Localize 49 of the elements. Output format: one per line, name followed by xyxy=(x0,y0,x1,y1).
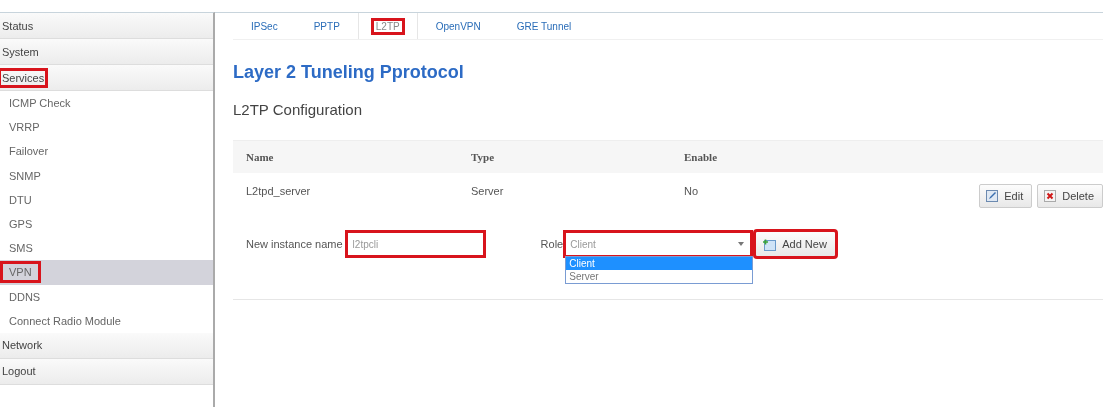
table-cell-text: Server xyxy=(471,185,505,197)
caret-icon xyxy=(738,242,745,246)
sidebar-subitem-label: Failover xyxy=(8,144,50,160)
column-header: Enable xyxy=(684,151,718,163)
column-header: Type xyxy=(471,151,496,163)
tab-label: IPSec xyxy=(250,20,279,33)
sidebar-subitem[interactable]: Failover xyxy=(0,139,213,164)
sidebar-subitem-label: DDNS xyxy=(8,289,42,305)
field-label: New instance name xyxy=(246,238,343,250)
tab-label: GRE Tunnel xyxy=(515,20,573,33)
delete-icon xyxy=(1044,190,1057,202)
tab-label: L2TP xyxy=(372,20,403,33)
sidebar-subitem-label: GPS xyxy=(8,217,34,233)
field-label: Role xyxy=(540,238,564,250)
sidebar-subitem[interactable]: DTU xyxy=(0,187,213,212)
sidebar-item[interactable]: Logout xyxy=(0,363,38,380)
sidebar-subitem-label: VPN xyxy=(2,263,39,282)
column-header: Name xyxy=(246,151,275,163)
table-cell-text: L2tpd_server xyxy=(246,185,312,197)
sidebar-subitem-label: VRRP xyxy=(8,120,41,136)
table-cell-text: No xyxy=(684,185,700,197)
dropdown-option[interactable]: Client xyxy=(566,257,753,270)
tab-label: PPTP xyxy=(312,20,341,33)
sidebar-item[interactable]: Services xyxy=(0,69,47,86)
sidebar-subitem-label: ICMP Check xyxy=(8,96,72,112)
add-icon xyxy=(762,237,777,251)
edit-button[interactable]: Edit xyxy=(979,184,1033,208)
sidebar-subitem[interactable]: VPN xyxy=(0,260,213,285)
sidebar-subitem-label: SNMP xyxy=(8,168,42,184)
sidebar-subitem[interactable]: GPS xyxy=(0,211,213,237)
add-new-button[interactable]: Add New xyxy=(755,231,836,257)
sidebar-subitem[interactable]: SMS xyxy=(0,236,213,261)
sidebar-subitem-label: Connect Radio Module xyxy=(8,313,122,329)
sidebar-item[interactable]: Network xyxy=(0,337,45,354)
section-title: L2TP Configuration xyxy=(233,101,363,118)
sidebar-subitem-label: DTU xyxy=(8,192,33,208)
edit-icon xyxy=(986,190,999,202)
sidebar-item[interactable]: Status xyxy=(0,17,36,34)
sidebar-subitem-label: SMS xyxy=(8,241,34,257)
sidebar-subitem[interactable]: VRRP xyxy=(0,115,213,140)
page-title: Layer 2 Tuneling Pprotocol xyxy=(233,62,465,83)
sidebar-subitem[interactable]: Connect Radio Module xyxy=(0,308,213,333)
sidebar-subitem[interactable]: SNMP xyxy=(0,163,213,188)
sidebar-item[interactable]: System xyxy=(0,43,41,60)
sidebar-subitem[interactable]: DDNS xyxy=(0,284,213,309)
delete-button[interactable]: Delete xyxy=(1037,184,1103,208)
tab-label: OpenVPN xyxy=(434,20,482,33)
tab[interactable]: L2TP xyxy=(357,13,418,39)
sidebar-subitem[interactable]: ICMP Check xyxy=(0,91,213,116)
